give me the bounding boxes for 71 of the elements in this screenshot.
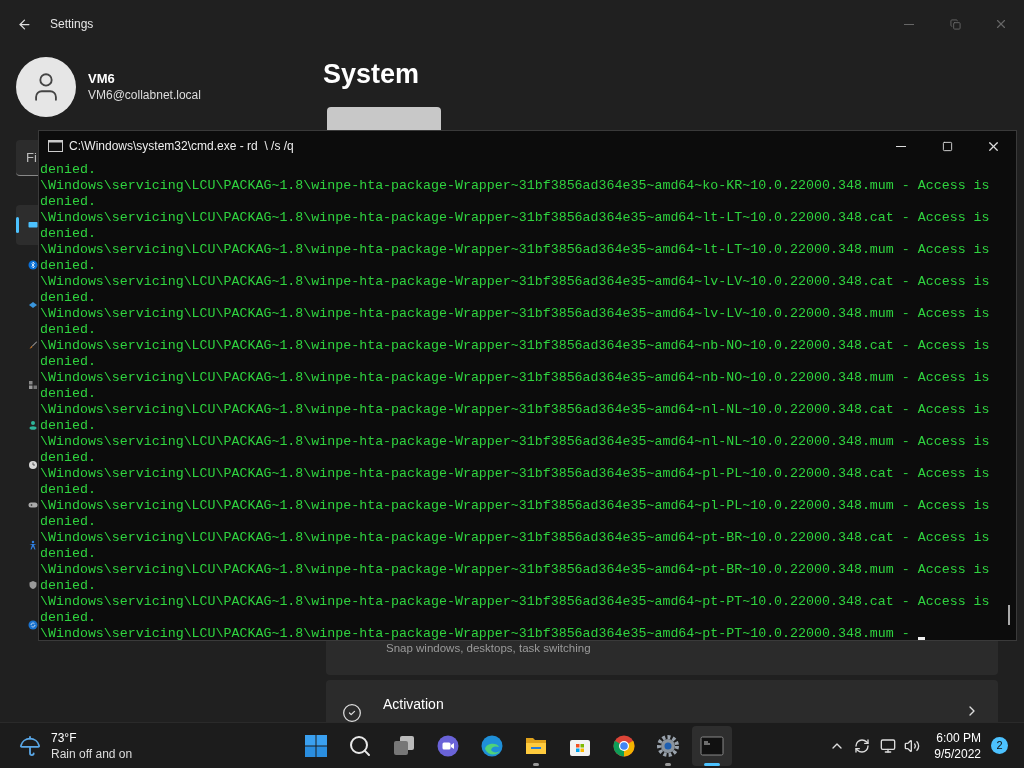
console-line: denied. — [40, 546, 96, 562]
weather-temperature: 73°F — [51, 729, 78, 746]
console-line: \Windows\servicing\LCU\PACKAG~1.8\winpe-hta-package-Wrapper~31bf3856ad364e35~amd64~nl-NL~10.0.22000.348.cat - Access is — [40, 402, 990, 418]
scrollbar-thumb[interactable] — [1008, 605, 1010, 625]
console-line: denied. — [40, 322, 96, 338]
console-title: C:\Windows\system32\cmd.exe - rd \ /s /q — [69, 138, 294, 155]
console-line: denied. — [40, 386, 96, 402]
console-line: \Windows\servicing\LCU\PACKAG~1.8\winpe-hta-package-Wrapper~31bf3856ad364e35~amd64~pt-BR~10.0.22000.348.cat - Access is — [40, 530, 990, 546]
console-line: \Windows\servicing\LCU\PACKAG~1.8\winpe-hta-package-Wrapper~31bf3856ad364e35~amd64~pl-PL~10.0.22000.348.mum - Access is — [40, 498, 990, 514]
window-title: Settings — [50, 16, 94, 33]
weather-condition: Rain off and on — [51, 745, 133, 762]
settings-card[interactable]: Activation — [326, 680, 998, 722]
text-cursor — [917, 637, 925, 640]
console-line: \Windows\servicing\LCU\PACKAG~1.8\winpe-hta-package-Wrapper~31bf3856ad364e35~amd64~nl-NL~10.0.22000.348.mum - Access is — [40, 434, 990, 450]
page-title: System — [323, 58, 421, 90]
sync-icon[interactable] — [854, 737, 871, 754]
console-line: \Windows\servicing\LCU\PACKAG~1.8\winpe-hta-package-Wrapper~31bf3856ad364e35~amd64~lt-LT~10.0.22000.348.cat - Access is — [40, 210, 990, 226]
taskbar-app[interactable] — [692, 725, 732, 766]
clock[interactable]: 6:00 PM 9/5/2022 — [934, 729, 981, 762]
console-line: denied. — [40, 258, 96, 274]
user-email: VM6@collabnet.local — [88, 87, 201, 103]
console-line: denied. — [40, 290, 96, 306]
close-icon — [994, 17, 1008, 31]
network-icon[interactable] — [880, 737, 897, 754]
console-line: denied. — [40, 194, 96, 210]
video-chat-icon — [436, 733, 460, 758]
running-indicator — [665, 762, 671, 766]
console-line: \Windows\servicing\LCU\PACKAG~1.8\winpe-hta-package-Wrapper~31bf3856ad364e35~amd64~pt-PT~10.0.22000.348.cat - Access is — [40, 594, 990, 610]
windows-logo-icon — [304, 733, 328, 758]
running-indicator — [704, 762, 720, 766]
console-line: \Windows\servicing\LCU\PACKAG~1.8\winpe-hta-package-Wrapper~31bf3856ad364e35~amd64~lt-LT~10.0.22000.348.mum - Access is — [40, 242, 990, 258]
console-line: \Windows\servicing\LCU\PACKAG~1.8\winpe-hta-package-Wrapper~31bf3856ad364e35~amd64~lv-LV~10.0.22000.348.mum - Access is — [40, 306, 990, 322]
terminal-icon — [700, 733, 724, 758]
search-placeholder: Fi — [26, 148, 37, 167]
card-subtitle: Snap windows, desktops, task switching — [386, 640, 591, 656]
umbrella-icon — [19, 734, 41, 757]
nav-item[interactable] — [16, 205, 38, 245]
console-line: denied. — [40, 450, 96, 466]
browser-swirl-icon — [480, 733, 504, 758]
user-name: VM6 — [88, 71, 116, 87]
search-icon — [348, 733, 372, 758]
console-line: denied. — [40, 514, 96, 530]
console-line: \Windows\servicing\LCU\PACKAG~1.8\winpe-hta-package-Wrapper~31bf3856ad364e35~amd64~pl-PL~10.0.22000.348.cat - Access is — [40, 466, 990, 482]
task-view-icon — [392, 733, 416, 758]
notification-badge[interactable]: 2 — [991, 737, 1008, 754]
selection-indicator — [16, 217, 19, 233]
console-icon — [48, 140, 63, 152]
console-line: denied. — [40, 610, 96, 626]
search-field[interactable]: Fi — [16, 140, 38, 176]
console-line: denied. — [40, 226, 96, 242]
avatar — [16, 57, 76, 117]
console-line: \Windows\servicing\LCU\PACKAG~1.8\winpe-hta-package-Wrapper~31bf3856ad364e35~amd64~pt-BR~10.0.22000.348.mum - Access is — [40, 562, 990, 578]
console-line: denied. — [40, 162, 96, 178]
console-line: denied. — [40, 418, 96, 434]
maximize-icon — [941, 140, 953, 152]
console-line: denied. — [40, 354, 96, 370]
console-line: \Windows\servicing\LCU\PACKAG~1.8\winpe-hta-package-Wrapper~31bf3856ad364e35~amd64~nb-NO~10.0.22000.348.mum - Access is — [40, 370, 990, 386]
gear-icon — [656, 733, 680, 758]
minimize-icon — [904, 23, 914, 25]
running-indicator — [533, 762, 539, 766]
console-line: denied. — [40, 482, 96, 498]
console-line: \Windows\servicing\LCU\PACKAG~1.8\winpe-hta-package-Wrapper~31bf3856ad364e35~amd64~nb-NO~10.0.22000.348.cat - Access is — [40, 338, 990, 354]
card-title: Activation — [383, 695, 444, 714]
chrome-icon — [612, 733, 636, 758]
console-line: \Windows\servicing\LCU\PACKAG~1.8\winpe-hta-package-Wrapper~31bf3856ad364e35~amd64~lv-LV~10.0.22000.348.cat - Access is — [40, 274, 990, 290]
console-line: \Windows\servicing\LCU\PACKAG~1.8\winpe-hta-package-Wrapper~31bf3856ad364e35~amd64~ko-KR~10.0.22000.348.mum - Access is — [40, 178, 990, 194]
minimize-icon — [896, 145, 906, 147]
check-circle-icon — [342, 703, 362, 722]
restore-icon — [949, 18, 961, 30]
console-line: denied. — [40, 578, 96, 594]
volume-icon[interactable] — [904, 737, 921, 754]
